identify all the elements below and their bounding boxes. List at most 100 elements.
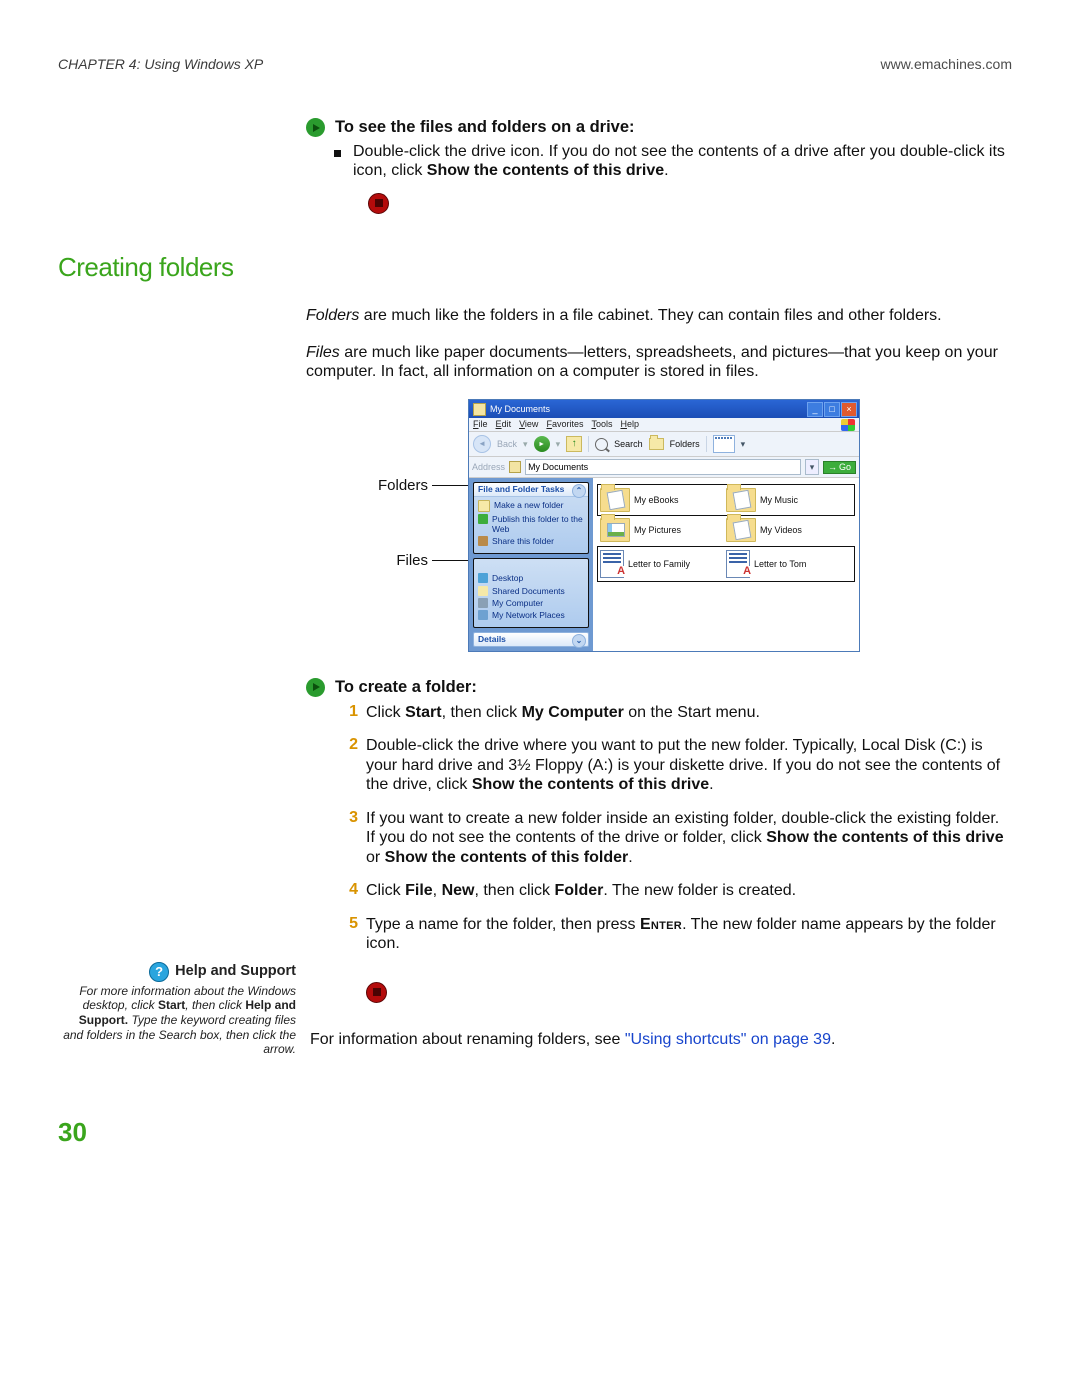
place-network[interactable]: My Network Places bbox=[478, 610, 584, 620]
paragraph-files: Files are much like paper documents—lett… bbox=[306, 344, 1012, 382]
back-label[interactable]: Back bbox=[497, 440, 517, 449]
help-title: Help and Support bbox=[175, 963, 296, 981]
go-button[interactable]: Go bbox=[823, 461, 856, 474]
xp-toolbar: Back ▾ ▾ Search Folders ▾ bbox=[469, 432, 859, 457]
share-icon bbox=[478, 536, 488, 546]
windows-flag-icon bbox=[841, 419, 855, 431]
separator-icon bbox=[588, 436, 589, 452]
folder-item[interactable]: My eBooks bbox=[600, 488, 726, 512]
folder-icon bbox=[726, 488, 756, 512]
step-2: 2 Double-click the drive where you want … bbox=[338, 736, 1012, 795]
folder-icon bbox=[726, 518, 756, 542]
chevron-down-icon: ⌄ bbox=[572, 634, 586, 648]
menu-favorites[interactable]: Favorites bbox=[546, 420, 583, 429]
address-dropdown-icon[interactable]: ▾ bbox=[805, 459, 819, 475]
link-using-shortcuts[interactable]: "Using shortcuts" on page 39 bbox=[625, 1031, 831, 1048]
pane-header[interactable]: File and Folder Tasks ⌃ bbox=[474, 483, 588, 497]
file-folder-tasks-pane: File and Folder Tasks ⌃ Make a new folde… bbox=[473, 482, 589, 554]
xp-tasks-sidebar: File and Folder Tasks ⌃ Make a new folde… bbox=[469, 478, 593, 650]
globe-icon bbox=[478, 514, 488, 524]
search-label[interactable]: Search bbox=[614, 440, 643, 449]
step-4: 4 Click File, New, then click Folder. Th… bbox=[338, 881, 1012, 901]
network-icon bbox=[478, 610, 488, 620]
menu-edit[interactable]: Edit bbox=[496, 420, 512, 429]
folder-item[interactable]: My Music bbox=[726, 488, 852, 512]
task-share[interactable]: Share this folder bbox=[478, 536, 584, 546]
info-rename: For information about renaming folders, … bbox=[310, 1031, 1012, 1049]
address-input[interactable] bbox=[525, 459, 801, 475]
step-5: 5 Type a name for the folder, then press… bbox=[338, 915, 1012, 954]
search-icon[interactable] bbox=[595, 438, 608, 451]
folders-label[interactable]: Folders bbox=[670, 440, 700, 449]
task-title: To see the files and folders on a drive: bbox=[335, 118, 635, 137]
step-number: 5 bbox=[338, 915, 358, 954]
chapter-title: CHAPTER 4: Using Windows XP bbox=[58, 56, 263, 72]
page-number: 30 bbox=[58, 1117, 1012, 1148]
forward-button-icon[interactable] bbox=[534, 436, 550, 452]
views-icon[interactable] bbox=[713, 435, 735, 453]
folder-item[interactable]: My Videos bbox=[726, 518, 852, 542]
folders-highlight-box: My eBooks My Music bbox=[597, 484, 855, 516]
step-number: 2 bbox=[338, 736, 358, 795]
site-url: www.emachines.com bbox=[881, 56, 1013, 72]
details-pane[interactable]: Details ⌄ bbox=[473, 632, 589, 647]
desktop-icon bbox=[478, 573, 488, 583]
task-create-folder: To create a folder: bbox=[306, 678, 1012, 697]
close-button[interactable]: × bbox=[841, 402, 857, 417]
square-bullet-icon bbox=[334, 150, 341, 157]
page-header: CHAPTER 4: Using Windows XP www.emachine… bbox=[58, 56, 1012, 72]
document-icon bbox=[726, 550, 750, 578]
file-item[interactable]: Letter to Family bbox=[600, 550, 726, 578]
task-title: To create a folder: bbox=[335, 678, 477, 697]
numbered-steps: 1 Click Start, then click My Computer on… bbox=[338, 703, 1012, 954]
bullet-text: Double-click the drive icon. If you do n… bbox=[353, 143, 1012, 181]
step-number: 4 bbox=[338, 881, 358, 901]
folder-item[interactable]: My Pictures bbox=[600, 518, 726, 542]
minimize-button[interactable]: _ bbox=[807, 402, 823, 417]
help-support-sidebar: ? Help and Support For more information … bbox=[58, 962, 296, 1057]
xp-file-area: My eBooks My Music My Pictures My Videos… bbox=[593, 478, 859, 650]
folder-icon bbox=[600, 488, 630, 512]
callout-line-icon bbox=[432, 560, 468, 561]
step-1: 1 Click Start, then click My Computer on… bbox=[338, 703, 1012, 723]
back-button-icon[interactable] bbox=[473, 435, 491, 453]
address-label: Address bbox=[472, 463, 505, 472]
place-mycomputer[interactable]: My Computer bbox=[478, 598, 584, 608]
up-button-icon[interactable] bbox=[566, 436, 582, 452]
section-heading: Creating folders bbox=[58, 252, 1012, 283]
xp-menubar[interactable]: File Edit View Favorites Tools Help bbox=[469, 418, 859, 432]
screenshot-my-documents: Folders Files My Documents _ □ × File Ed… bbox=[378, 399, 1012, 651]
callout-folders: Folders bbox=[378, 477, 428, 494]
files-highlight-box: Letter to Family Letter to Tom bbox=[597, 546, 855, 582]
maximize-button[interactable]: □ bbox=[824, 402, 840, 417]
separator-icon bbox=[706, 436, 707, 452]
file-item[interactable]: Letter to Tom bbox=[726, 550, 852, 578]
callout-files: Files bbox=[396, 552, 428, 569]
place-shared[interactable]: Shared Documents bbox=[478, 586, 584, 596]
task-make-folder[interactable]: Make a new folder bbox=[478, 500, 584, 512]
menu-view[interactable]: View bbox=[519, 420, 538, 429]
paragraph-folders: Folders are much like the folders in a f… bbox=[306, 307, 1012, 326]
address-icon bbox=[509, 461, 521, 473]
folder-pictures-icon bbox=[600, 518, 630, 542]
chevron-up-icon: ⌃ bbox=[572, 484, 586, 498]
step-number: 1 bbox=[338, 703, 358, 723]
xp-titlebar: My Documents _ □ × bbox=[469, 400, 859, 418]
task-publish[interactable]: Publish this folder to the Web bbox=[478, 514, 584, 534]
window-icon bbox=[473, 403, 486, 416]
folder-new-icon bbox=[478, 500, 490, 512]
xp-addressbar: Address ▾ Go bbox=[469, 457, 859, 478]
bullet-item: Double-click the drive icon. If you do n… bbox=[334, 143, 1012, 181]
step-number: 3 bbox=[338, 809, 358, 868]
menu-help[interactable]: Help bbox=[620, 420, 639, 429]
folders-icon[interactable] bbox=[649, 438, 664, 450]
computer-icon bbox=[478, 598, 488, 608]
place-desktop[interactable]: Desktop bbox=[478, 573, 584, 583]
folder-icon bbox=[478, 586, 488, 596]
callout-line-icon bbox=[432, 485, 468, 486]
menu-tools[interactable]: Tools bbox=[591, 420, 612, 429]
stop-icon bbox=[366, 982, 387, 1003]
menu-file[interactable]: File bbox=[473, 420, 488, 429]
play-icon bbox=[306, 678, 325, 697]
play-icon bbox=[306, 118, 325, 137]
